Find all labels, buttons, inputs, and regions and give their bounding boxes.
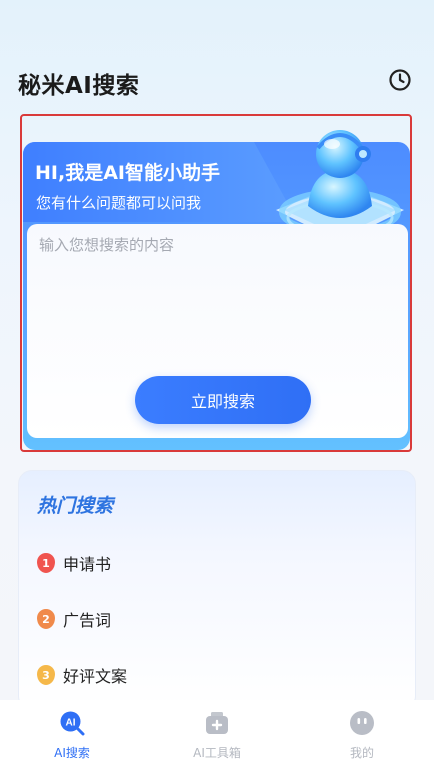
tab-label: AI搜索	[54, 746, 90, 760]
tab-ai-toolbox[interactable]: AI工具箱	[167, 708, 267, 768]
assistant-panel: HI,我是AI智能小助手 您有什么问题都可以问我 立即搜索	[20, 114, 412, 452]
hot-search-card: 热门搜索 1 申请书 2 广告词 3 好评文案	[18, 470, 416, 710]
assistant-greeting-title: HI,我是AI智能小助手	[35, 162, 220, 184]
header: 秘米AI搜索	[18, 64, 416, 99]
rank-badge-icon: 3	[37, 665, 55, 685]
hot-search-item-label: 好评文案	[63, 667, 128, 686]
rank-badge-icon: 1	[37, 553, 55, 573]
hot-search-item[interactable]: 2 广告词	[37, 605, 111, 633]
rank-badge-icon: 2	[37, 609, 55, 629]
bottom-tab-bar: AI AI搜索 AI工具箱 我的	[0, 700, 434, 771]
hot-search-title: 热门搜索	[37, 495, 114, 517]
tab-label: 我的	[349, 746, 374, 760]
search-input-card: 立即搜索	[27, 224, 408, 438]
app-title: 秘米AI搜索	[18, 73, 140, 99]
search-now-button[interactable]: 立即搜索	[135, 376, 311, 424]
hot-search-item-label: 广告词	[63, 611, 112, 630]
search-input[interactable]	[39, 234, 399, 354]
assistant-greeting-subtitle: 您有什么问题都可以问我	[36, 194, 202, 212]
clock-icon[interactable]	[388, 68, 412, 92]
tab-label: AI工具箱	[193, 746, 241, 760]
svg-text:AI: AI	[66, 718, 76, 729]
tab-profile[interactable]: 我的	[312, 708, 412, 768]
profile-face-icon	[350, 711, 374, 735]
hot-search-item[interactable]: 1 申请书	[37, 549, 111, 577]
ai-search-icon: AI	[60, 711, 85, 736]
toolbox-icon	[206, 712, 228, 734]
hot-search-item-label: 申请书	[63, 555, 112, 574]
hot-search-item[interactable]: 3 好评文案	[37, 661, 127, 689]
tab-ai-search[interactable]: AI AI搜索	[22, 708, 122, 768]
